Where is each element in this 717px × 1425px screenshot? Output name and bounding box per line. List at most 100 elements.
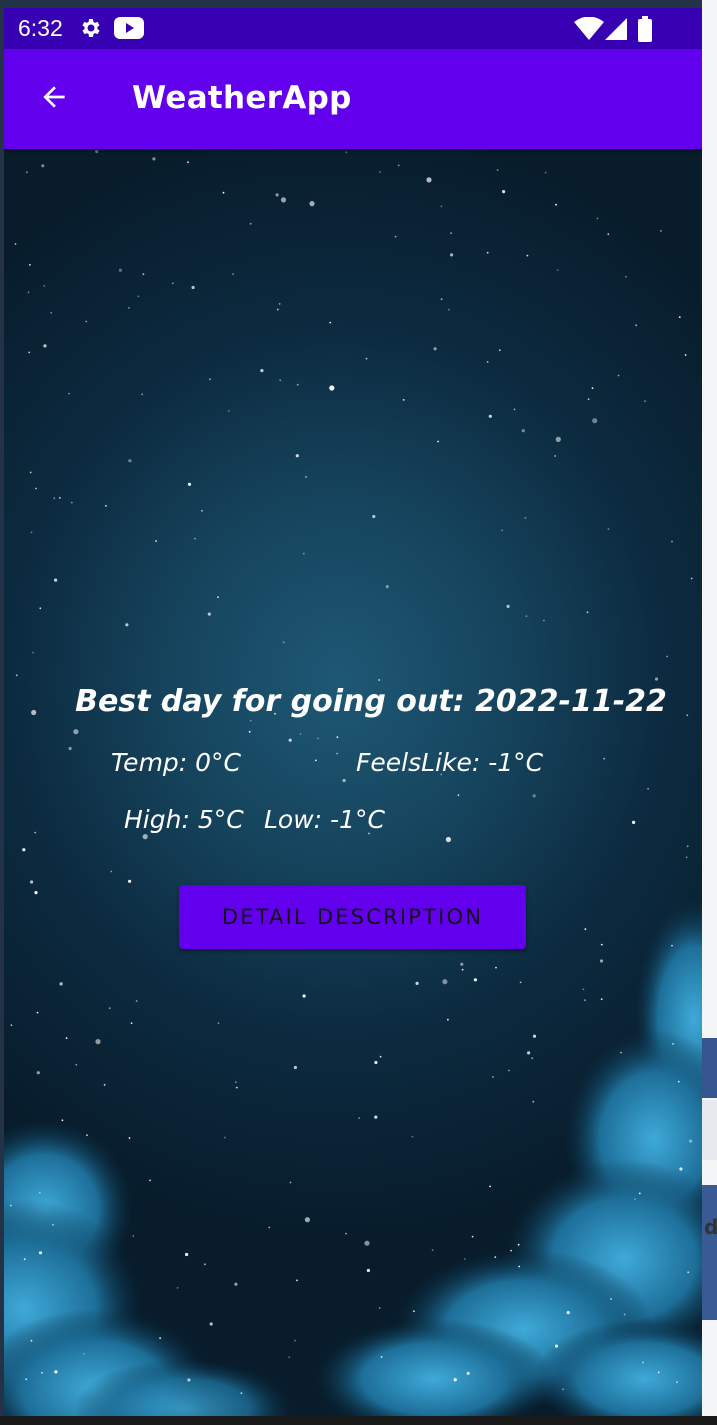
- star: [440, 205, 443, 208]
- back-button[interactable]: [32, 77, 76, 121]
- star: [293, 1065, 297, 1070]
- star: [532, 1034, 537, 1038]
- star: [288, 738, 292, 742]
- star: [385, 585, 389, 589]
- star: [607, 233, 610, 236]
- star: [634, 1198, 636, 1201]
- star: [314, 759, 317, 762]
- star: [489, 1185, 491, 1188]
- star: [282, 641, 285, 644]
- star: [142, 834, 148, 840]
- temp-text: Temp: 0°C: [111, 748, 242, 777]
- star: [592, 418, 598, 424]
- star: [280, 197, 287, 203]
- star: [68, 746, 72, 751]
- night-sky-background: [4, 149, 702, 1416]
- star: [654, 677, 659, 681]
- star: [34, 831, 37, 834]
- star: [227, 410, 230, 412]
- star: [599, 959, 604, 963]
- star: [411, 1135, 414, 1138]
- star: [378, 1307, 381, 1309]
- star: [502, 190, 506, 194]
- star: [59, 982, 63, 986]
- star: [61, 1119, 64, 1122]
- star: [587, 398, 590, 401]
- star: [152, 157, 156, 161]
- star: [29, 264, 31, 266]
- star: [453, 1378, 457, 1382]
- star: [450, 253, 454, 257]
- star: [15, 674, 18, 677]
- star: [294, 1339, 296, 1342]
- star: [508, 1069, 510, 1072]
- star: [39, 607, 42, 610]
- star: [632, 820, 636, 825]
- star: [329, 321, 332, 324]
- star: [623, 1313, 626, 1316]
- star: [194, 537, 196, 540]
- star: [36, 1011, 39, 1014]
- star: [584, 928, 587, 931]
- star: [527, 1051, 531, 1055]
- star: [506, 604, 510, 608]
- star: [517, 1243, 520, 1246]
- star: [566, 1311, 570, 1315]
- star: [275, 193, 279, 197]
- star: [25, 1378, 28, 1381]
- arrow-back-icon: [38, 81, 70, 117]
- star: [686, 845, 689, 848]
- star: [526, 254, 529, 257]
- star: [635, 324, 638, 327]
- star: [329, 385, 335, 391]
- star: [187, 482, 192, 486]
- star: [43, 344, 47, 348]
- star: [494, 1256, 497, 1258]
- star: [235, 1081, 237, 1083]
- star: [128, 1137, 131, 1139]
- star: [510, 1249, 512, 1252]
- star: [187, 161, 189, 164]
- star: [603, 757, 606, 760]
- star: [671, 944, 673, 947]
- star: [366, 1268, 370, 1273]
- star: [342, 778, 346, 783]
- star: [543, 619, 545, 622]
- star: [268, 1226, 271, 1229]
- star: [29, 471, 32, 474]
- low-text: Low: -1°C: [264, 805, 385, 834]
- star: [672, 1043, 674, 1045]
- star: [289, 1181, 292, 1184]
- star: [532, 1100, 535, 1103]
- star: [65, 1037, 68, 1039]
- star: [555, 203, 557, 206]
- star: [54, 578, 58, 582]
- star: [95, 149, 99, 154]
- star: [302, 552, 305, 555]
- stars-decoration: [10, 149, 693, 1394]
- star: [103, 1084, 106, 1086]
- star: [276, 308, 279, 311]
- star: [445, 836, 451, 843]
- star: [28, 351, 31, 354]
- star: [617, 374, 620, 377]
- best-day-heading: Best day for going out: 2022-11-22: [75, 684, 667, 719]
- star: [38, 1251, 43, 1255]
- star: [442, 979, 448, 985]
- star: [14, 243, 17, 245]
- star: [495, 966, 497, 969]
- wifi-icon: [574, 16, 604, 45]
- star: [73, 729, 79, 735]
- star: [207, 612, 211, 616]
- star: [678, 316, 681, 318]
- star: [447, 1018, 449, 1021]
- star: [336, 752, 338, 755]
- star: [295, 454, 299, 458]
- star: [397, 164, 400, 167]
- status-time: 6:32: [18, 15, 63, 41]
- detail-description-button[interactable]: DETAIL DESCRIPTION: [179, 885, 526, 949]
- star: [544, 171, 547, 174]
- star: [85, 320, 88, 323]
- star: [642, 1361, 644, 1364]
- star: [304, 1217, 310, 1223]
